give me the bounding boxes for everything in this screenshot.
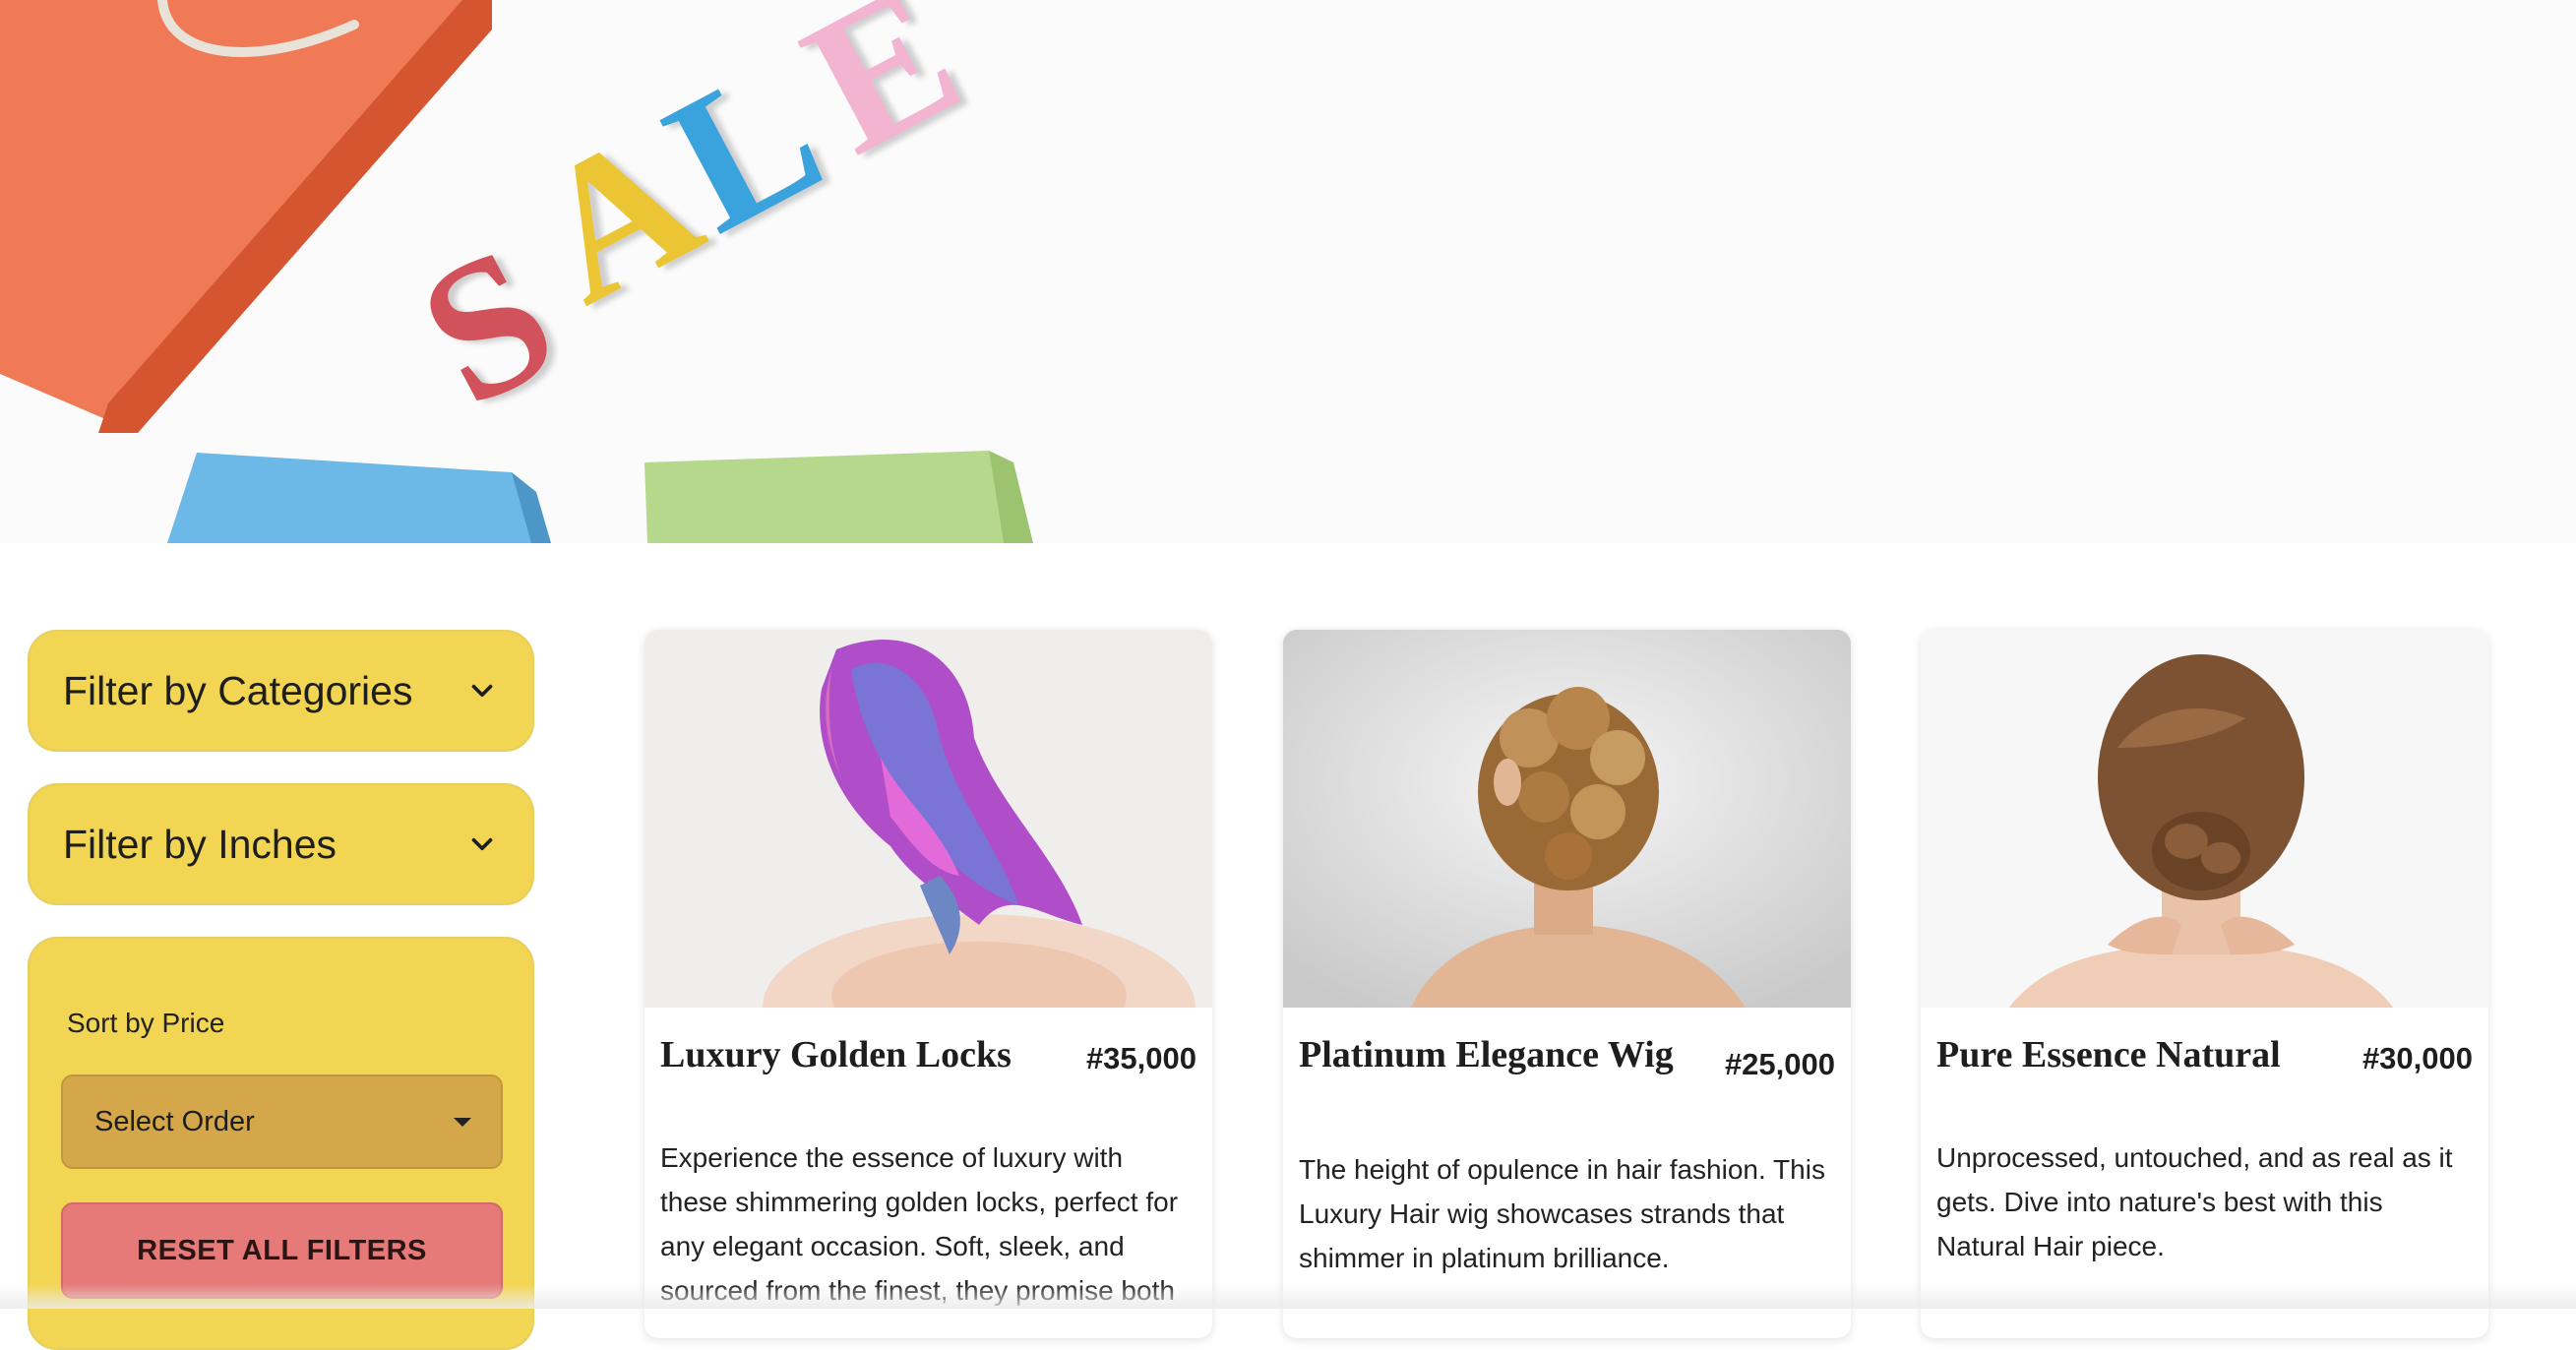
product-image[interactable] xyxy=(644,630,1212,1008)
product-price: #25,000 xyxy=(1724,1047,1835,1081)
product-image[interactable] xyxy=(1283,630,1851,1008)
hero-banner: S A L E xyxy=(0,0,2576,543)
product-description: The height of opulence in hair fashion. … xyxy=(1299,1154,1825,1273)
product-title[interactable]: Luxury Golden Locks xyxy=(660,1027,1012,1082)
product-card[interactable]: Luxury Golden Locks #35,000 Experience t… xyxy=(644,630,1212,1338)
chevron-down-icon xyxy=(471,684,493,698)
filter-inches-label: Filter by Inches xyxy=(63,821,337,867)
sort-by-price-label: Sort by Price xyxy=(67,1008,225,1038)
filter-categories-dropdown[interactable]: Filter by Categories xyxy=(28,630,534,752)
product-photo-brown-bun xyxy=(1921,630,2488,1008)
filter-inches-dropdown[interactable]: Filter by Inches xyxy=(28,783,534,905)
product-title[interactable]: Pure Essence Natural xyxy=(1936,1027,2281,1082)
product-title[interactable]: Platinum Elegance Wig xyxy=(1299,1027,1683,1082)
filter-categories-label: Filter by Categories xyxy=(63,667,413,713)
product-card[interactable]: Platinum Elegance Wig #25,000 The height… xyxy=(1283,630,1851,1338)
sort-order-select[interactable]: Select Order xyxy=(61,1074,503,1169)
product-photo-purple-hair xyxy=(644,630,1212,1008)
product-card[interactable]: Pure Essence Natural #30,000 Unprocessed… xyxy=(1921,630,2488,1338)
caret-down-icon xyxy=(454,1117,471,1127)
product-price: #35,000 xyxy=(1085,1041,1196,1075)
product-photo-blonde-updo xyxy=(1283,630,1851,1008)
product-price: #30,000 xyxy=(2361,1041,2473,1075)
chevron-down-icon xyxy=(471,837,493,851)
sort-order-value: Select Order xyxy=(94,1105,255,1137)
product-image[interactable] xyxy=(1921,630,2488,1008)
product-description: Unprocessed, untouched, and as real as i… xyxy=(1936,1142,2453,1261)
bottom-edge-shadow xyxy=(0,1284,2576,1309)
